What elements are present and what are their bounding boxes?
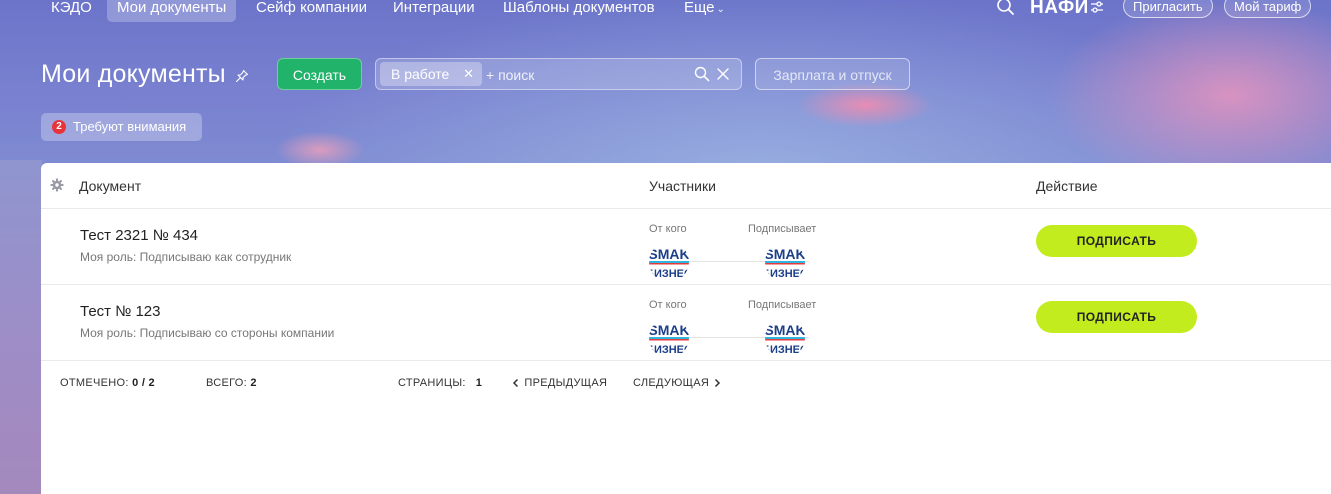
column-header-action[interactable]: Действие bbox=[1036, 178, 1098, 194]
search-filter-box[interactable]: В работе ✕ bbox=[375, 58, 742, 90]
company-logo-icon: SMAK БИЗНЕС bbox=[765, 318, 805, 358]
total-value: 2 bbox=[250, 377, 257, 389]
company-logo-icon: SMAK БИЗНЕС bbox=[649, 318, 689, 358]
page-title: Мои документы bbox=[41, 60, 226, 88]
marked-label: ОТМЕЧЕНО: bbox=[60, 377, 129, 389]
attention-count-badge: 2 bbox=[52, 120, 66, 134]
divider bbox=[41, 360, 1331, 361]
signer-label: Подписывает bbox=[748, 299, 817, 311]
avatar-text-bottom: БИЗНЕС bbox=[765, 344, 805, 356]
avatar-text-bottom: БИЗНЕС bbox=[649, 268, 689, 280]
search-icon[interactable] bbox=[996, 0, 1016, 17]
nav-item-my-documents[interactable]: Мои документы bbox=[107, 0, 237, 22]
avatar-text-bottom: БИЗНЕС bbox=[765, 268, 805, 280]
document-title[interactable]: Тест 2321 № 434 bbox=[80, 227, 198, 244]
nav-item-templates[interactable]: Шаблоны документов bbox=[493, 0, 665, 22]
column-header-participants[interactable]: Участники bbox=[649, 178, 716, 194]
gear-icon[interactable] bbox=[50, 178, 64, 192]
chip-remove-icon[interactable]: ✕ bbox=[463, 62, 474, 86]
avatar-text-top: SMAK bbox=[765, 246, 805, 262]
filter-chip-label: В работе bbox=[391, 66, 450, 82]
search-icon[interactable] bbox=[694, 66, 710, 82]
filter-settings-icon[interactable] bbox=[1090, 0, 1104, 14]
pin-icon[interactable] bbox=[235, 69, 249, 83]
needs-attention-button[interactable]: 2 Требуют внимания bbox=[41, 113, 202, 141]
next-page-button[interactable]: СЛЕДУЮЩАЯ bbox=[633, 377, 722, 389]
table-row[interactable]: Тест 2321 № 434 Моя роль: Подписываю как… bbox=[41, 209, 1331, 285]
from-label: От кого bbox=[649, 299, 687, 311]
background-strip bbox=[0, 160, 42, 494]
nav-item-company-safe[interactable]: Сейф компании bbox=[246, 0, 377, 22]
company-logo-icon: SMAK БИЗНЕС bbox=[649, 242, 689, 282]
sign-button[interactable]: ПОДПИСАТЬ bbox=[1036, 301, 1197, 333]
table-footer: ОТМЕЧЕНО: 0 / 2 ВСЕГО: 2 СТРАНИЦЫ: 1 ПРЕ… bbox=[41, 377, 1331, 397]
signer-label: Подписывает bbox=[748, 223, 817, 235]
avatar-text-top: SMAK bbox=[765, 322, 805, 338]
avatar-text-top: SMAK bbox=[649, 246, 689, 262]
next-page-label: СЛЕДУЮЩАЯ bbox=[633, 377, 710, 389]
avatar[interactable]: SMAK БИЗНЕС bbox=[765, 242, 805, 282]
avatar-text-bottom: БИЗНЕС bbox=[649, 344, 689, 356]
chevron-down-icon: ⌄ bbox=[716, 4, 725, 15]
nav-item-more[interactable]: Еще ⌄ bbox=[674, 0, 735, 22]
documents-table: Документ Участники Действие Тест 2321 № … bbox=[41, 163, 1331, 494]
my-tariff-button[interactable]: Мой тариф bbox=[1224, 0, 1312, 18]
company-logo-icon: SMAK БИЗНЕС bbox=[765, 242, 805, 282]
document-title[interactable]: Тест № 123 bbox=[80, 303, 161, 320]
total-count: ВСЕГО: 2 bbox=[206, 377, 257, 389]
clear-icon[interactable] bbox=[716, 67, 730, 81]
search-input[interactable] bbox=[486, 63, 676, 87]
avatar[interactable]: SMAK БИЗНЕС bbox=[649, 318, 689, 358]
marked-count: ОТМЕЧЕНО: 0 / 2 bbox=[60, 377, 155, 389]
pages-info: СТРАНИЦЫ: 1 bbox=[398, 377, 482, 389]
prev-page-label: ПРЕДЫДУЩАЯ bbox=[524, 377, 608, 389]
prev-page-button[interactable]: ПРЕДЫДУЩАЯ bbox=[511, 377, 607, 389]
sign-button[interactable]: ПОДПИСАТЬ bbox=[1036, 225, 1197, 257]
chevron-left-icon bbox=[512, 379, 519, 388]
chevron-right-icon bbox=[715, 379, 721, 388]
avatar-text-top: SMAK bbox=[649, 322, 689, 338]
create-button[interactable]: Создать bbox=[277, 58, 362, 90]
salary-vacation-button[interactable]: Зарплата и отпуск bbox=[755, 58, 910, 90]
marked-value: 0 / 2 bbox=[132, 377, 155, 389]
document-role: Моя роль: Подписываю как сотрудник bbox=[80, 250, 292, 264]
nav-item-kedo[interactable]: КЭДО bbox=[41, 0, 102, 22]
attention-label: Требуют внимания bbox=[73, 119, 187, 134]
document-role: Моя роль: Подписываю со стороны компании bbox=[80, 326, 335, 340]
avatar[interactable]: SMAK БИЗНЕС bbox=[765, 318, 805, 358]
nav-item-integrations[interactable]: Интеграции bbox=[383, 0, 485, 22]
pages-label: СТРАНИЦЫ: bbox=[398, 377, 466, 389]
total-label: ВСЕГО: bbox=[206, 377, 248, 389]
avatar[interactable]: SMAK БИЗНЕС bbox=[649, 242, 689, 282]
from-label: От кого bbox=[649, 223, 687, 235]
table-row[interactable]: Тест № 123 Моя роль: Подписываю со сторо… bbox=[41, 285, 1331, 361]
invite-button[interactable]: Пригласить bbox=[1123, 0, 1213, 18]
column-header-document[interactable]: Документ bbox=[79, 178, 141, 194]
top-nav: КЭДО Мои документы Сейф компании Интегра… bbox=[0, 0, 1331, 22]
nav-item-more-label: Еще bbox=[684, 0, 715, 16]
filter-chip-in-progress[interactable]: В работе ✕ bbox=[380, 62, 482, 86]
brand-name[interactable]: НАФИ bbox=[1030, 0, 1089, 22]
pages-value: 1 bbox=[475, 377, 483, 389]
